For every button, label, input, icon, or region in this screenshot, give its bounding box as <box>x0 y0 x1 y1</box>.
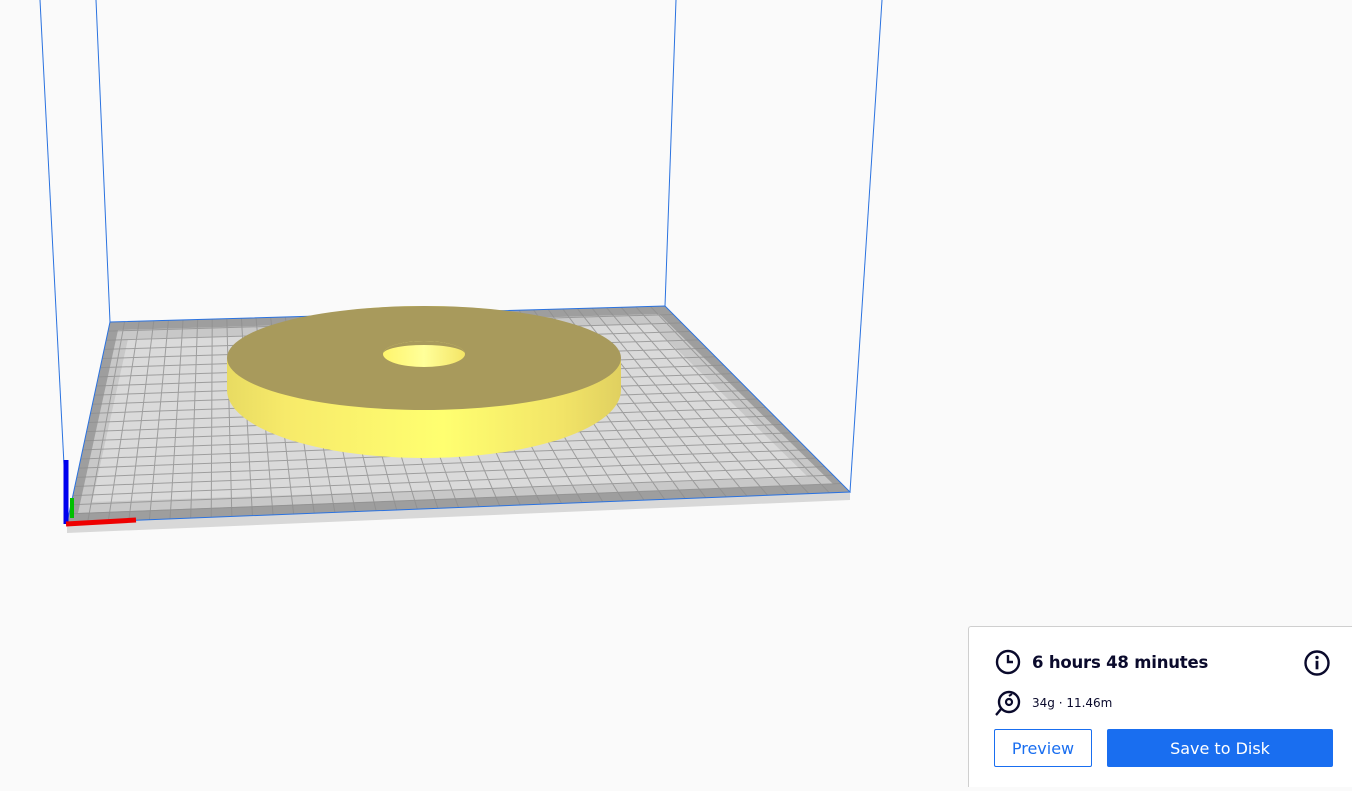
print-time: 6 hours 48 minutes <box>1032 652 1209 672</box>
info-icon[interactable] <box>1303 649 1331 677</box>
material-usage-row: 34g · 11.46m <box>995 690 1112 716</box>
clock-icon <box>995 649 1021 675</box>
spool-icon <box>995 690 1021 716</box>
print-summary-panel: 6 hours 48 minutes 34g · 11.46m Preview … <box>968 626 1352 787</box>
model-washer[interactable] <box>227 306 621 458</box>
preview-button[interactable]: Preview <box>994 729 1092 767</box>
print-time-row: 6 hours 48 minutes <box>995 649 1208 675</box>
material-usage: 34g · 11.46m <box>1032 696 1113 710</box>
save-to-disk-button[interactable]: Save to Disk <box>1107 729 1333 767</box>
